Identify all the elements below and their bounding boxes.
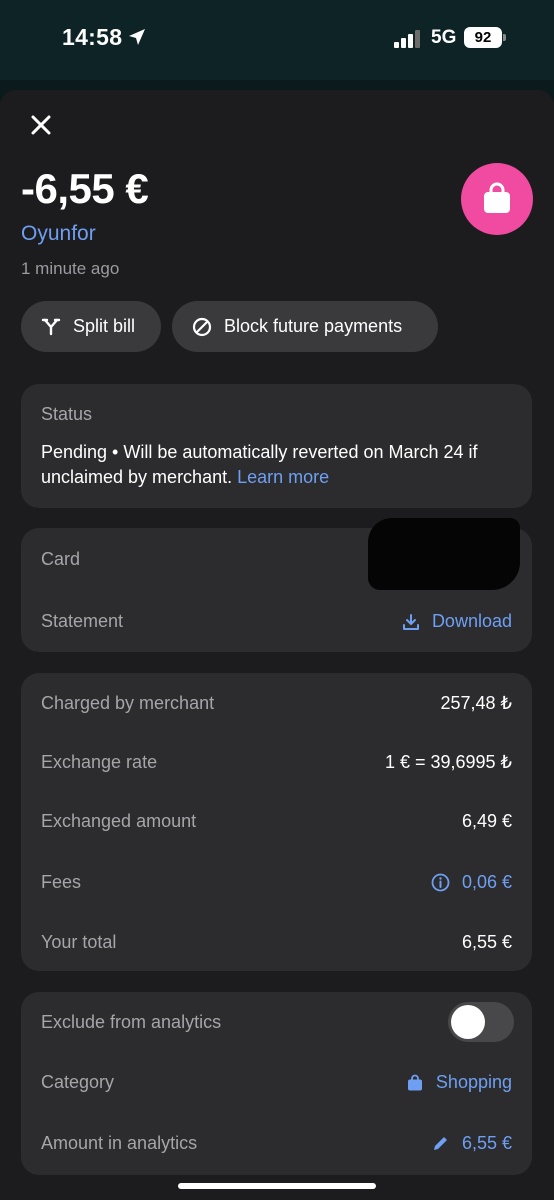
fees-info-button[interactable]: 0,06 € (431, 872, 512, 893)
charged-by-merchant-value: 257,48 ₺ (440, 693, 512, 713)
location-arrow-icon (129, 29, 145, 45)
your-total-label: Your total (41, 932, 117, 952)
exclude-analytics-toggle[interactable] (448, 1002, 514, 1042)
fees-value: 0,06 € (461, 872, 512, 892)
pencil-icon (433, 1137, 447, 1150)
your-total-value: 6,55 € (461, 932, 512, 952)
category-value: Shopping (435, 1072, 512, 1092)
card-section: Card Statement Download (21, 518, 532, 652)
download-label: Download (431, 611, 512, 631)
status-label: Status (41, 404, 93, 424)
merchant-name-link[interactable]: Oyunfor (21, 222, 96, 246)
split-bill-button[interactable]: Split bill (21, 301, 161, 352)
charged-by-merchant-label: Charged by merchant (41, 693, 215, 713)
amount-analytics-value: 6,55 € (461, 1133, 512, 1153)
merchant-logo (461, 163, 533, 235)
split-bill-label: Split bill (73, 316, 136, 336)
category-selector[interactable]: Shopping (407, 1072, 512, 1093)
status-card: Status Pending • Will be automatically r… (21, 384, 532, 508)
toggle-knob (451, 1005, 485, 1039)
status-bar: 14:58 5G 92 (0, 0, 554, 80)
fees-label: Fees (41, 872, 82, 892)
split-icon (41, 318, 61, 335)
download-icon (402, 613, 419, 630)
transaction-sheet: -6,55 € Oyunfor 1 minute ago Split bill … (0, 90, 554, 1200)
exchanged-amount-value: 6,49 € (461, 811, 512, 831)
shopping-bag-icon (484, 182, 510, 213)
shopping-bag-icon (407, 1074, 422, 1091)
home-indicator[interactable] (178, 1183, 376, 1189)
block-payments-label: Block future payments (224, 316, 403, 336)
status-time: 14:58 (62, 24, 123, 50)
transaction-time: 1 minute ago (21, 259, 120, 278)
network-type: 5G (431, 27, 457, 48)
redacted-card-info (368, 518, 520, 590)
close-icon[interactable] (28, 112, 54, 138)
edit-amount-analytics-button[interactable]: 6,55 € (432, 1133, 512, 1154)
block-payments-button[interactable]: Block future payments (172, 301, 438, 352)
battery-cap (503, 34, 506, 41)
status-description: Pending • Will be automatically reverted… (41, 440, 516, 490)
exchanged-amount-label: Exchanged amount (41, 811, 197, 831)
signal-strength-icon (394, 30, 420, 48)
charges-card: Charged by merchant 257,48 ₺ Exchange ra… (21, 673, 532, 971)
analytics-card: Exclude from analytics Category Shopping… (21, 992, 532, 1175)
exchange-rate-label: Exchange rate (41, 752, 158, 772)
battery-indicator: 92 (464, 27, 502, 48)
transaction-amount: -6,55 € (21, 165, 149, 212)
download-statement-button[interactable]: Download (402, 611, 512, 632)
exclude-analytics-label: Exclude from analytics (41, 1012, 222, 1032)
exchange-rate-value: 1 € = 39,6995 ₺ (384, 752, 512, 772)
card-label: Card (41, 549, 81, 569)
learn-more-link[interactable]: Learn more (237, 467, 329, 487)
block-icon (192, 317, 212, 336)
category-label: Category (41, 1072, 115, 1092)
info-icon (431, 873, 450, 892)
amount-analytics-label: Amount in analytics (41, 1133, 198, 1153)
statement-label: Statement (41, 611, 124, 631)
